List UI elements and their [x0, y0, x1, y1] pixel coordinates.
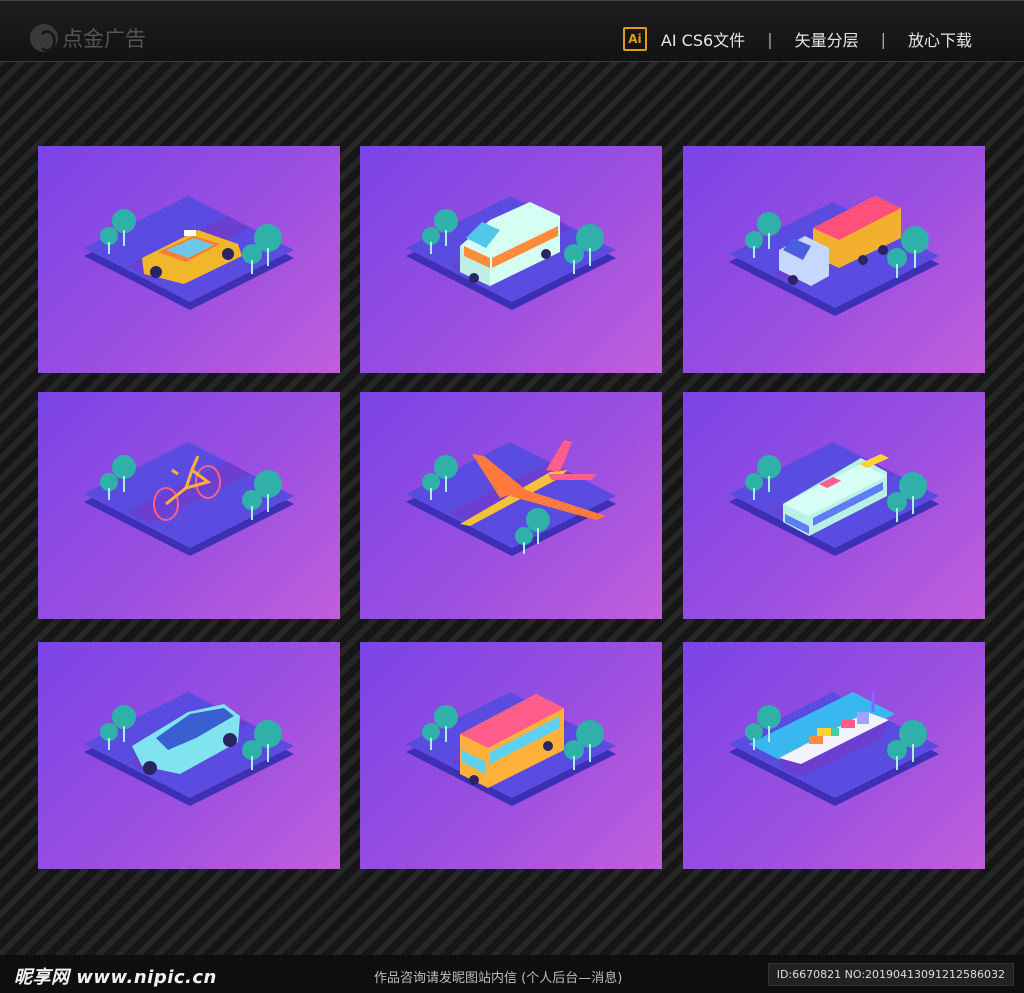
- divider: |: [880, 29, 886, 49]
- top-bar: 点金广告 Ai AI CS6文件 | 矢量分层 | 放心下载: [0, 0, 1024, 62]
- format-label: AI CS6文件: [660, 31, 746, 50]
- tile-car: [38, 642, 340, 869]
- tile-tram: [683, 392, 985, 619]
- tile-bus: [360, 642, 662, 869]
- bicycle-icon: [84, 442, 294, 556]
- tile-bicycle: [38, 392, 340, 619]
- taxi-icon: [84, 196, 294, 310]
- file-info: Ai AI CS6文件 | 矢量分层 | 放心下载: [622, 27, 972, 51]
- divider: |: [767, 29, 773, 49]
- vector-label: 矢量分层: [794, 31, 859, 50]
- logo-icon: [30, 24, 58, 52]
- nipic-logo[interactable]: 昵享网 www.nipic.cn: [14, 963, 217, 989]
- bus-icon: [406, 692, 616, 806]
- logo-text: 点金广告: [62, 27, 146, 51]
- car-icon: [84, 692, 294, 806]
- ai-file-icon: Ai: [622, 27, 647, 51]
- tile-ambulance: [360, 146, 662, 373]
- tile-airplane: [360, 392, 662, 619]
- tile-cargo-ship: [683, 642, 985, 869]
- airplane-icon: [406, 440, 616, 556]
- site-logo[interactable]: 点金广告: [30, 23, 146, 53]
- download-label: 放心下载: [907, 31, 972, 50]
- image-id: ID:6670821 NO:20190413091212586032: [767, 963, 1014, 986]
- tram-icon: [729, 442, 939, 556]
- tile-taxi: [38, 146, 340, 373]
- contact-notice: 作品咨询请发昵图站内信 (个人后台—消息): [374, 971, 623, 986]
- ambulance-icon: [406, 196, 616, 310]
- dump-truck-icon: [729, 196, 939, 316]
- tile-dump-truck: [683, 146, 985, 373]
- footer-bar: 昵享网 www.nipic.cn 作品咨询请发昵图站内信 (个人后台—消息) I…: [0, 955, 1024, 993]
- cargo-ship-icon: [729, 692, 939, 806]
